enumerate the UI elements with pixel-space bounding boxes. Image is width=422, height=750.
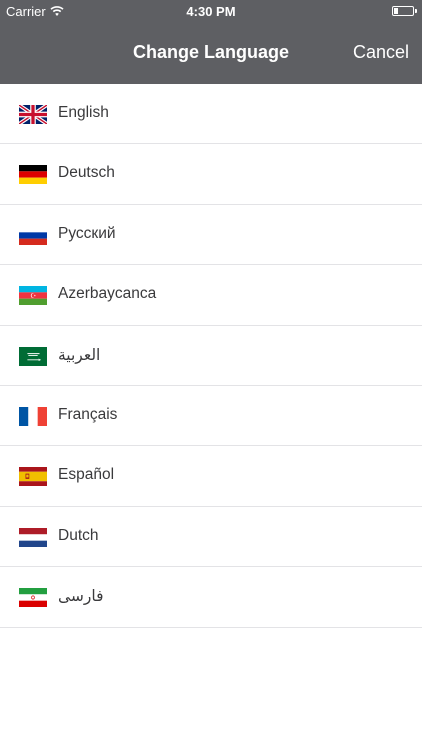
spain-flag-icon — [19, 467, 47, 487]
language-row-english[interactable]: English — [0, 84, 422, 145]
top-bar: Carrier 4:30 PM Change Language Cancel — [0, 0, 422, 84]
uk-flag-icon — [19, 105, 47, 124]
language-label: Español — [58, 466, 115, 484]
language-label: Azerbaycanca — [58, 285, 157, 303]
azerbaijan-flag-icon — [19, 286, 47, 306]
status-time: 4:30 PM — [186, 4, 236, 19]
language-row-azerbaijani[interactable]: Azerbaycanca — [0, 265, 422, 326]
language-label: Русский — [58, 224, 116, 242]
language-row-dutch[interactable]: Dutch — [0, 507, 422, 568]
language-label: العربية — [58, 346, 101, 364]
france-flag-icon — [19, 406, 47, 426]
saudi-arabia-flag-icon — [19, 346, 47, 366]
language-label: فارسی — [58, 588, 104, 606]
language-label: English — [58, 104, 109, 121]
germany-flag-icon — [19, 165, 47, 185]
language-row-french[interactable]: Français — [0, 386, 422, 447]
language-row-persian[interactable]: فارسی — [0, 567, 422, 628]
language-list: English Deutsch Русский Azerbaycanca الع… — [0, 84, 422, 628]
change-language-screen: Carrier 4:30 PM Change Language Cancel E… — [0, 0, 422, 750]
language-label: Français — [58, 405, 118, 423]
language-row-deutsch[interactable]: Deutsch — [0, 144, 422, 205]
language-label: Dutch — [58, 526, 99, 544]
language-row-spanish[interactable]: Español — [0, 446, 422, 507]
cancel-button[interactable]: Cancel — [353, 42, 409, 63]
status-bar: Carrier 4:30 PM — [0, 0, 422, 24]
iran-flag-icon — [19, 588, 47, 608]
russia-flag-icon — [19, 225, 47, 245]
language-row-russian[interactable]: Русский — [0, 205, 422, 266]
netherlands-flag-icon — [19, 527, 47, 547]
battery-icon — [392, 6, 417, 16]
navigation-bar: Change Language Cancel — [0, 24, 422, 84]
language-row-arabic[interactable]: العربية — [0, 326, 422, 386]
language-label: Deutsch — [58, 164, 115, 182]
